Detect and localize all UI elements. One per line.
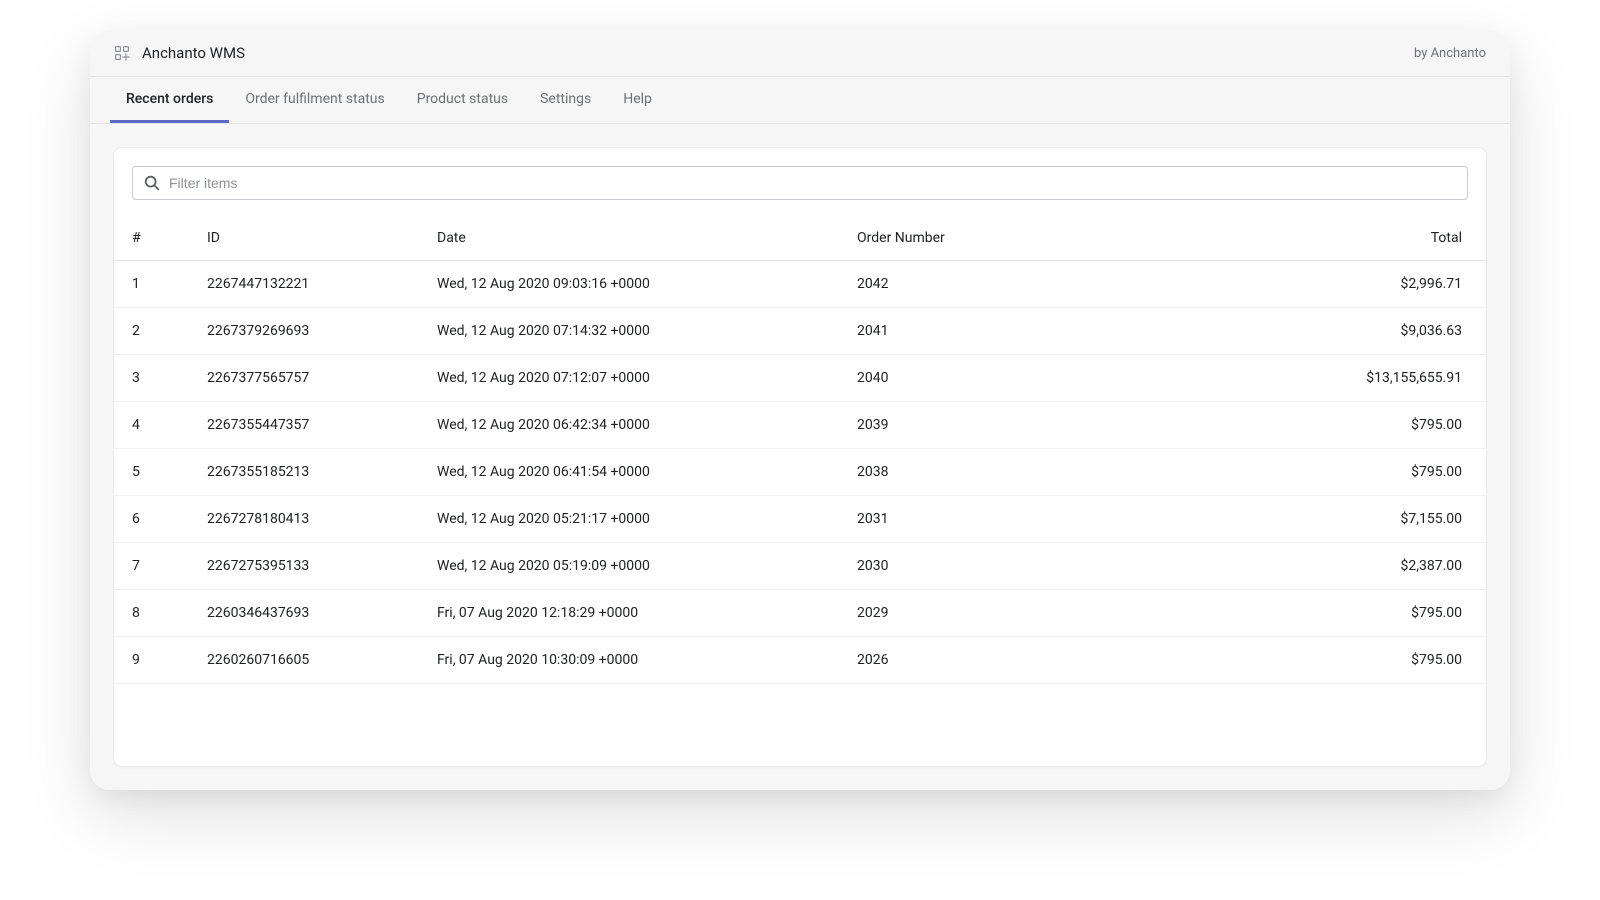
filter-row — [114, 148, 1486, 216]
cell-total: $795.00 — [1069, 402, 1486, 449]
cell-id: 2260260716605 — [189, 637, 419, 684]
cell-num: 9 — [114, 637, 189, 684]
table-row[interactable]: 82260346437693Fri, 07 Aug 2020 12:18:29 … — [114, 590, 1486, 637]
tab-order-fulfilment-status[interactable]: Order fulfilment status — [229, 77, 400, 123]
cell-date: Wed, 12 Aug 2020 09:03:16 +0000 — [419, 261, 839, 308]
table-row[interactable]: 72267275395133Wed, 12 Aug 2020 05:19:09 … — [114, 543, 1486, 590]
table-row[interactable]: 92260260716605Fri, 07 Aug 2020 10:30:09 … — [114, 637, 1486, 684]
table-header: # ID Date Order Number Total — [114, 216, 1486, 261]
cell-id: 2260346437693 — [189, 590, 419, 637]
filter-input[interactable] — [169, 175, 1457, 191]
cell-total: $795.00 — [1069, 449, 1486, 496]
cell-total: $7,155.00 — [1069, 496, 1486, 543]
cell-num: 3 — [114, 355, 189, 402]
table-body: 12267447132221Wed, 12 Aug 2020 09:03:16 … — [114, 261, 1486, 684]
cell-total: $795.00 — [1069, 637, 1486, 684]
orders-card: # ID Date Order Number Total 12267447132… — [114, 148, 1486, 766]
app-window: Anchanto WMS by Anchanto Recent orders O… — [90, 30, 1510, 790]
cell-date: Wed, 12 Aug 2020 06:41:54 +0000 — [419, 449, 839, 496]
cell-date: Wed, 12 Aug 2020 05:19:09 +0000 — [419, 543, 839, 590]
cell-total: $2,387.00 — [1069, 543, 1486, 590]
col-header-order-number[interactable]: Order Number — [839, 216, 1069, 261]
app-byline: by Anchanto — [1414, 46, 1486, 61]
cell-total: $2,996.71 — [1069, 261, 1486, 308]
table-row[interactable]: 52267355185213Wed, 12 Aug 2020 06:41:54 … — [114, 449, 1486, 496]
search-icon — [143, 174, 161, 192]
cell-date: Wed, 12 Aug 2020 06:42:34 +0000 — [419, 402, 839, 449]
cell-order-number: 2029 — [839, 590, 1069, 637]
cell-total: $9,036.63 — [1069, 308, 1486, 355]
tab-bar: Recent orders Order fulfilment status Pr… — [90, 77, 1510, 124]
col-header-total[interactable]: Total — [1069, 216, 1486, 261]
cell-order-number: 2042 — [839, 261, 1069, 308]
cell-order-number: 2030 — [839, 543, 1069, 590]
cell-id: 2267275395133 — [189, 543, 419, 590]
content-area: # ID Date Order Number Total 12267447132… — [90, 124, 1510, 790]
tab-settings[interactable]: Settings — [524, 77, 607, 123]
tab-help[interactable]: Help — [607, 77, 668, 123]
app-frame: Anchanto WMS by Anchanto Recent orders O… — [0, 0, 1600, 900]
cell-date: Fri, 07 Aug 2020 12:18:29 +0000 — [419, 590, 839, 637]
cell-order-number: 2031 — [839, 496, 1069, 543]
cell-date: Wed, 12 Aug 2020 07:12:07 +0000 — [419, 355, 839, 402]
table-row[interactable]: 22267379269693Wed, 12 Aug 2020 07:14:32 … — [114, 308, 1486, 355]
header-left: Anchanto WMS — [114, 44, 245, 62]
cell-order-number: 2039 — [839, 402, 1069, 449]
col-header-date[interactable]: Date — [419, 216, 839, 261]
filter-input-wrap[interactable] — [132, 166, 1468, 200]
cell-total: $795.00 — [1069, 590, 1486, 637]
orders-table: # ID Date Order Number Total 12267447132… — [114, 216, 1486, 684]
tab-product-status[interactable]: Product status — [401, 77, 524, 123]
tab-recent-orders[interactable]: Recent orders — [110, 77, 229, 123]
cell-date: Wed, 12 Aug 2020 07:14:32 +0000 — [419, 308, 839, 355]
table-row[interactable]: 42267355447357Wed, 12 Aug 2020 06:42:34 … — [114, 402, 1486, 449]
table-row[interactable]: 32267377565757Wed, 12 Aug 2020 07:12:07 … — [114, 355, 1486, 402]
cell-id: 2267278180413 — [189, 496, 419, 543]
cell-id: 2267377565757 — [189, 355, 419, 402]
table-row[interactable]: 12267447132221Wed, 12 Aug 2020 09:03:16 … — [114, 261, 1486, 308]
cell-num: 2 — [114, 308, 189, 355]
cell-id: 2267355185213 — [189, 449, 419, 496]
apps-grid-icon — [114, 45, 130, 61]
cell-id: 2267379269693 — [189, 308, 419, 355]
cell-num: 4 — [114, 402, 189, 449]
cell-order-number: 2038 — [839, 449, 1069, 496]
cell-id: 2267355447357 — [189, 402, 419, 449]
cell-total: $13,155,655.91 — [1069, 355, 1486, 402]
cell-order-number: 2040 — [839, 355, 1069, 402]
cell-num: 8 — [114, 590, 189, 637]
cell-id: 2267447132221 — [189, 261, 419, 308]
cell-num: 7 — [114, 543, 189, 590]
cell-order-number: 2026 — [839, 637, 1069, 684]
cell-date: Wed, 12 Aug 2020 05:21:17 +0000 — [419, 496, 839, 543]
orders-table-wrap[interactable]: # ID Date Order Number Total 12267447132… — [114, 216, 1486, 766]
table-row[interactable]: 62267278180413Wed, 12 Aug 2020 05:21:17 … — [114, 496, 1486, 543]
cell-num: 1 — [114, 261, 189, 308]
cell-date: Fri, 07 Aug 2020 10:30:09 +0000 — [419, 637, 839, 684]
col-header-id[interactable]: ID — [189, 216, 419, 261]
cell-num: 6 — [114, 496, 189, 543]
app-header: Anchanto WMS by Anchanto — [90, 30, 1510, 77]
cell-num: 5 — [114, 449, 189, 496]
app-title: Anchanto WMS — [142, 44, 245, 62]
col-header-num[interactable]: # — [114, 216, 189, 261]
cell-order-number: 2041 — [839, 308, 1069, 355]
